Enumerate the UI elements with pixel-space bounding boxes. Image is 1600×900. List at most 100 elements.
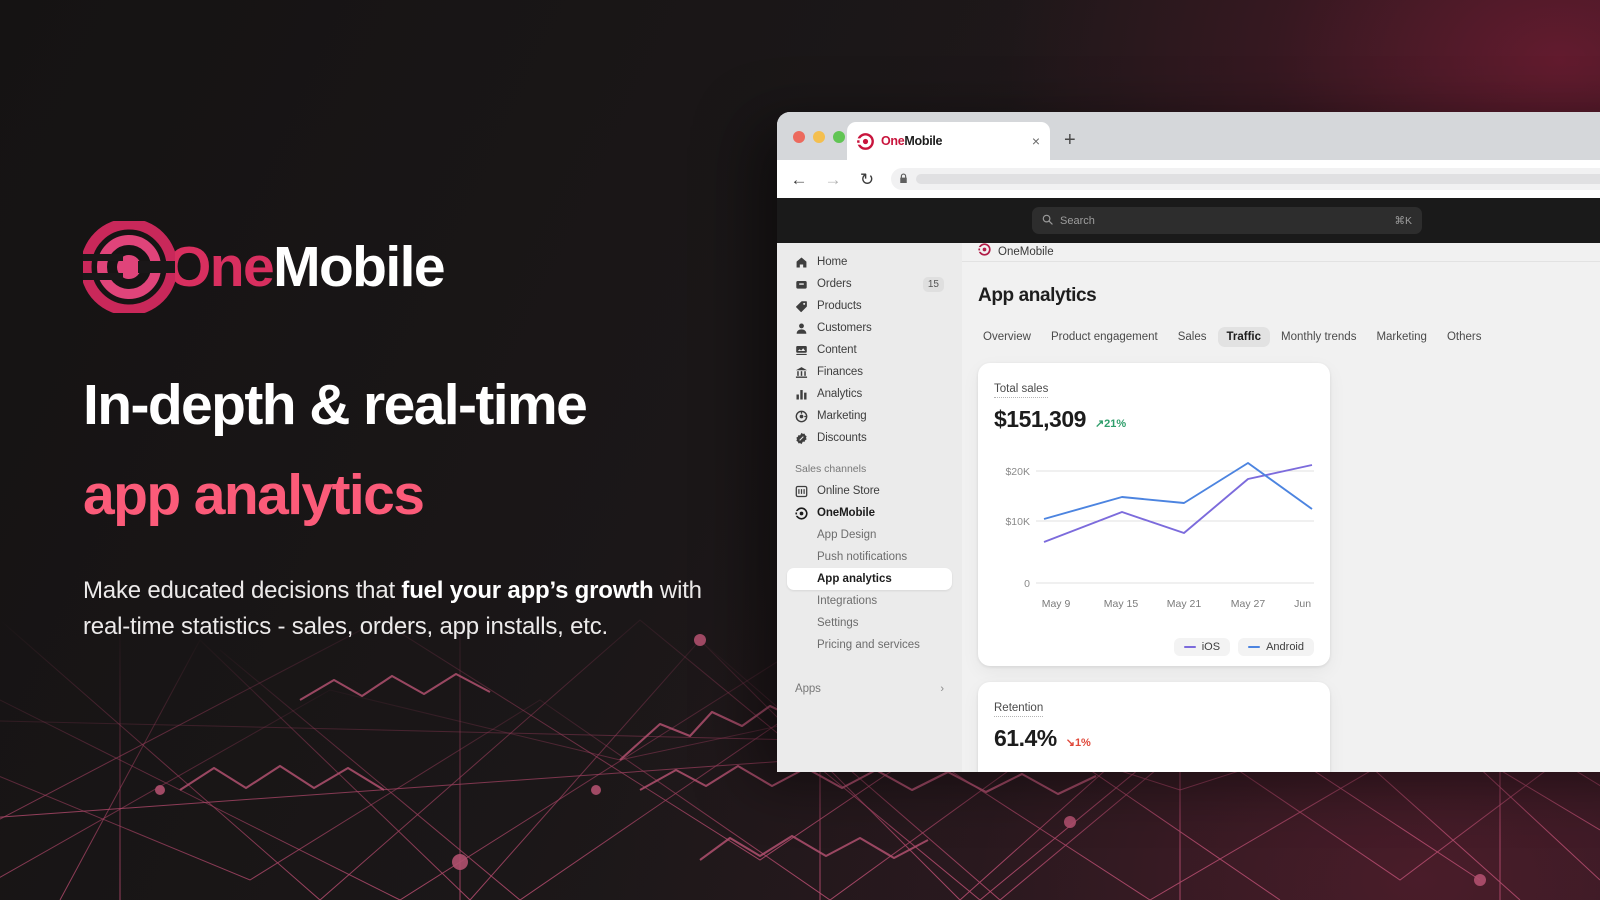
delta-arrow-icon: ↘ — [1065, 737, 1075, 749]
sidebar-item-discounts[interactable]: Discounts — [787, 427, 952, 449]
card-delta: ↗21% — [1095, 417, 1126, 430]
sidebar-item-label: Marketing — [817, 410, 867, 422]
sidebar-item-onemobile[interactable]: OneMobile — [787, 502, 952, 524]
sidebar-item-label: Orders — [817, 278, 852, 290]
tab-monthly-trends[interactable]: Monthly trends — [1272, 327, 1365, 347]
analytics-tabs: Overview Product engagement Sales Traffi… — [962, 307, 1600, 347]
analytics-cards: Total sales $151,309 ↗21% $20K $10K 0 Ma… — [962, 347, 1600, 772]
sidebar-item-apps[interactable]: Apps › — [787, 678, 952, 700]
reload-button[interactable]: ↻ — [857, 171, 877, 188]
sidebar-item-app-analytics[interactable]: App analytics — [787, 568, 952, 590]
delta-value: 21% — [1104, 418, 1127, 430]
tab-marketing[interactable]: Marketing — [1367, 327, 1436, 347]
brand-one: One — [167, 234, 275, 299]
svg-text:May 21: May 21 — [1167, 598, 1202, 610]
retention-chart: 1,000 500 0 May 9 May 15 May 21 May 27 J… — [994, 768, 1314, 772]
headline-line-2: app analytics — [83, 462, 425, 527]
total-sales-chart: $20K $10K 0 May 9 May 15 May 21 May 27 J… — [994, 449, 1320, 632]
svg-text:0: 0 — [1024, 578, 1030, 590]
tab-traffic[interactable]: Traffic — [1217, 327, 1271, 347]
sidebar-section-label: Sales channels — [795, 463, 867, 475]
card-retention: Retention 61.4% ↘1% — [978, 682, 1330, 772]
svg-text:May 15: May 15 — [1104, 598, 1139, 610]
hero-section: OneMobile In-depth & real-time app analy… — [80, 218, 783, 646]
customers-person-icon — [795, 322, 808, 335]
card-title: Total sales — [994, 383, 1049, 398]
tab-title-one: One — [881, 134, 905, 148]
sidebar-item-label: Discounts — [817, 432, 867, 444]
sidebar-item-label: Online Store — [817, 485, 880, 497]
svg-text:Jun 2: Jun 2 — [1294, 598, 1314, 610]
sidebar-item-label: OneMobile — [817, 507, 875, 519]
legend-swatch — [1183, 646, 1196, 648]
delta-value: 1% — [1074, 737, 1091, 749]
onemobile-icon — [795, 506, 808, 520]
browser-tab[interactable]: OneMobile × — [847, 122, 1050, 160]
sidebar-item-label: Content — [817, 344, 857, 356]
sidebar-item-pricing-and-services[interactable]: Pricing and services — [787, 634, 952, 656]
sidebar-item-label: Integrations — [817, 595, 878, 607]
finances-bank-icon — [795, 366, 808, 379]
tab-sales[interactable]: Sales — [1169, 327, 1216, 347]
page-headline: In-depth & real-time app analytics — [83, 373, 783, 528]
marketing-target-icon — [795, 410, 808, 423]
legend-item-android[interactable]: Android — [1238, 638, 1314, 656]
tab-overview[interactable]: Overview — [974, 327, 1040, 347]
sidebar-item-label: Home — [817, 256, 848, 268]
sidebar-item-content[interactable]: Content — [787, 339, 952, 361]
sidebar-item-push-notifications[interactable]: Push notifications — [787, 546, 952, 568]
search-placeholder: Search — [1060, 214, 1095, 227]
sidebar-item-label: App analytics — [817, 573, 892, 585]
products-tag-icon — [795, 300, 808, 313]
sidebar-item-label: App Design — [817, 529, 877, 541]
app-body: Home Orders 15 Products Customers Conten… — [777, 243, 1600, 772]
discounts-icon — [795, 432, 808, 445]
card-value: $151,309 — [994, 406, 1086, 432]
close-tab-button[interactable]: × — [1032, 134, 1040, 148]
forward-button[interactable]: → — [823, 171, 843, 188]
search-icon — [1042, 214, 1053, 228]
legend-swatch — [1248, 646, 1261, 648]
window-traffic-lights[interactable] — [793, 131, 845, 143]
sidebar-item-products[interactable]: Products — [787, 295, 952, 317]
sidebar-item-finances[interactable]: Finances — [787, 361, 952, 383]
sidebar-item-marketing[interactable]: Marketing — [787, 405, 952, 427]
orders-icon — [795, 278, 808, 291]
sidebar-item-online-store[interactable]: Online Store — [787, 480, 952, 502]
sidebar-item-settings-sub[interactable]: Settings — [787, 612, 952, 634]
address-bar[interactable] — [891, 168, 1600, 190]
new-tab-button[interactable]: + — [1064, 129, 1076, 152]
sidebar-item-label: Analytics — [817, 388, 863, 400]
legend-item-ios[interactable]: iOS — [1173, 638, 1231, 656]
minimize-window-button[interactable] — [813, 131, 825, 143]
sidebar-item-analytics[interactable]: Analytics — [787, 383, 952, 405]
delta-arrow-icon: ↗ — [1094, 418, 1105, 430]
content-icon — [795, 344, 808, 357]
home-icon — [795, 256, 808, 269]
browser-toolbar: ← → ↻ — [777, 160, 1600, 198]
tab-title-mobile: Mobile — [904, 134, 943, 148]
sidebar-item-app-design[interactable]: App Design — [787, 524, 952, 546]
breadcrumb-label: OneMobile — [998, 246, 1054, 258]
sidebar-item-integrations[interactable]: Integrations — [787, 590, 952, 612]
sidebar-item-home[interactable]: Home — [787, 251, 952, 273]
sidebar: Home Orders 15 Products Customers Conten… — [777, 243, 962, 772]
back-button[interactable]: ← — [789, 171, 809, 188]
tab-others[interactable]: Others — [1438, 327, 1491, 347]
svg-text:$10K: $10K — [1005, 516, 1030, 528]
tab-favicon-icon — [857, 132, 874, 150]
search-shortcut: ⌘K — [1394, 214, 1412, 227]
sidebar-item-label: Finances — [817, 366, 863, 378]
app-breadcrumb: OneMobile — [962, 243, 1600, 262]
sidebar-item-customers[interactable]: Customers — [787, 317, 952, 339]
storefront-icon — [795, 485, 808, 498]
tab-product-engagement[interactable]: Product engagement — [1042, 327, 1167, 347]
search-input[interactable]: Search ⌘K — [1032, 207, 1422, 234]
maximize-window-button[interactable] — [833, 131, 845, 143]
main-content: OneMobile App analytics Overview Product… — [962, 243, 1600, 772]
close-window-button[interactable] — [793, 131, 805, 143]
sidebar-item-label: Pricing and services — [817, 639, 920, 651]
sidebar-item-orders[interactable]: Orders 15 — [787, 273, 952, 295]
tab-title: OneMobile — [881, 134, 943, 148]
chevron-right-icon: › — [940, 683, 944, 695]
